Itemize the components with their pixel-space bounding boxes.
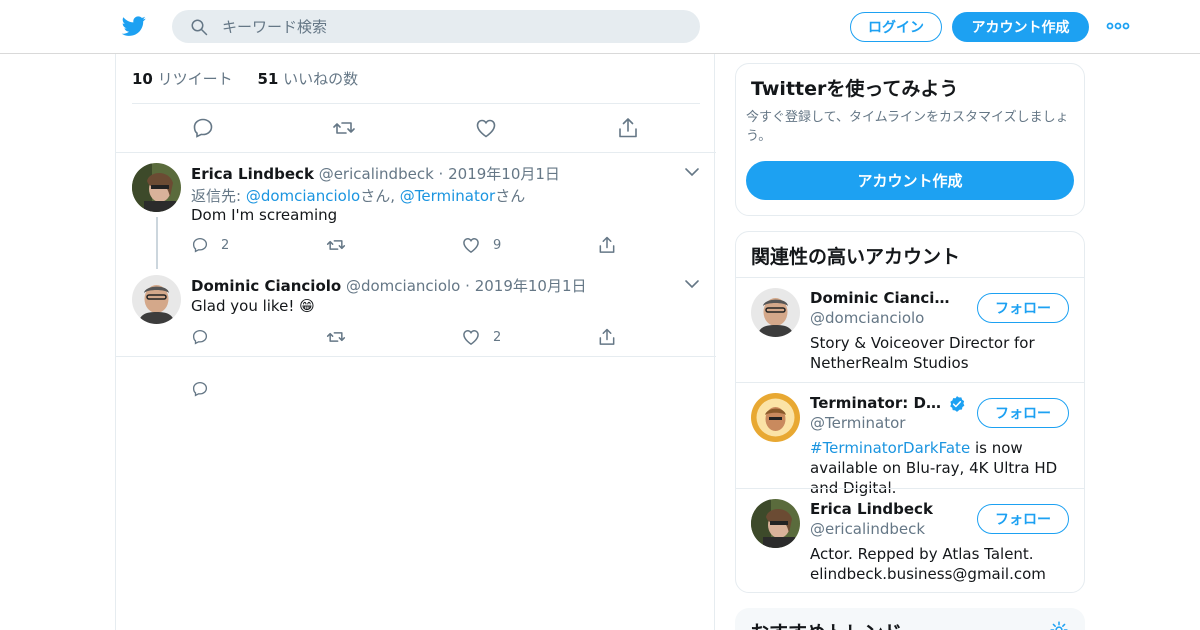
author-name[interactable]: Erica Lindbeck [191, 165, 314, 183]
dominic-avatar-image [751, 288, 800, 337]
reply-suffix: さん [495, 187, 526, 205]
follow-button[interactable]: フォロー [977, 293, 1069, 323]
share-icon[interactable] [597, 235, 617, 255]
reply-prefix: 返信先: [191, 187, 246, 205]
likes-count: 51 [257, 70, 279, 88]
reply-action[interactable] [191, 327, 209, 347]
follow-button[interactable]: フォロー [977, 398, 1069, 428]
like-heart-icon[interactable] [474, 116, 498, 140]
reply-icon[interactable] [191, 236, 209, 254]
signup-card-description: 今すぐ登録して、タイムラインをカスタマイズしましょう。 [746, 110, 1069, 144]
share-icon[interactable] [597, 327, 617, 347]
author-handle[interactable]: @domcianciolo [346, 277, 460, 295]
trends-card: おすすめトレンド [735, 608, 1085, 630]
avatar[interactable] [132, 163, 181, 212]
verified-badge-icon [950, 396, 965, 412]
tweet-header: Dominic Cianciolo @domcianciolo · 2019年1… [191, 275, 587, 296]
like-heart-icon[interactable] [461, 235, 481, 255]
reply-suffix: さん, [360, 187, 400, 205]
avatar[interactable] [751, 499, 800, 548]
avatar[interactable] [751, 288, 800, 337]
signup-card: Twitterを使ってみよう 今すぐ登録して、タイムラインをカスタマイズしましょ… [735, 63, 1085, 216]
signup-card-button[interactable]: アカウント作成 [746, 161, 1074, 200]
author-name[interactable]: Dominic Cianciolo [191, 277, 341, 295]
tweet-stats: 10 リツイート 51 いいねの数 [132, 68, 358, 89]
retweet-icon[interactable] [332, 116, 356, 140]
trends-title: おすすめトレンド [750, 618, 902, 630]
reply-action[interactable] [191, 379, 209, 399]
replying-to: 返信先: @domciancioloさん, @Terminatorさん [191, 185, 525, 206]
reply-icon[interactable] [191, 380, 209, 398]
like-action[interactable]: 9 [461, 235, 501, 255]
retweet-icon[interactable] [326, 327, 346, 347]
thread-connector-line [156, 217, 158, 269]
account-handle[interactable]: @Terminator [810, 414, 905, 432]
share-icon[interactable] [616, 116, 640, 140]
account-name[interactable]: Terminator: Dark… [810, 394, 950, 412]
twitter-bird-logo-icon[interactable] [121, 14, 147, 38]
chevron-down-icon[interactable] [684, 167, 700, 177]
reply-mention-terminator[interactable]: @Terminator [400, 187, 495, 205]
gear-icon[interactable] [1049, 620, 1069, 630]
account-bio: Actor. Repped by Atlas Talent. elindbeck… [810, 545, 1046, 583]
author-handle[interactable]: @ericalindbeck [319, 165, 434, 183]
like-count: 9 [493, 237, 502, 253]
tweet-date[interactable]: 2019年10月1日 [448, 165, 560, 183]
dominic-avatar-image [132, 275, 181, 324]
signup-button[interactable]: アカウント作成 [952, 12, 1089, 42]
reply-icon[interactable] [191, 328, 209, 346]
retweet-action[interactable] [326, 235, 346, 255]
share-action[interactable] [597, 327, 617, 347]
related-account-item[interactable]: Erica Lindbeck @ericalindbeck Actor. Rep… [736, 488, 1084, 592]
related-account-item[interactable]: Terminator: Dark… @Terminator #Terminato… [736, 382, 1084, 497]
reply-icon[interactable] [191, 116, 215, 140]
chevron-down-icon[interactable] [684, 279, 700, 289]
account-bio: Story & Voiceover Director for NetherRea… [810, 334, 1035, 372]
follow-button[interactable]: フォロー [977, 504, 1069, 534]
like-heart-icon[interactable] [461, 327, 481, 347]
erica-avatar-image [751, 499, 800, 548]
search-icon [191, 19, 208, 36]
divider [116, 356, 716, 357]
retweet-icon[interactable] [326, 235, 346, 255]
tweet-header: Erica Lindbeck @ericalindbeck · 2019年10月… [191, 163, 560, 184]
account-handle[interactable]: @ericalindbeck [810, 520, 925, 538]
reply-count: 2 [221, 237, 230, 253]
related-accounts-card: 関連性の高いアカウント Dominic Cianciolo @domcianci… [735, 231, 1085, 593]
tweet-text: Dom I'm screaming [191, 206, 338, 224]
login-button[interactable]: ログイン [850, 12, 942, 42]
reply-action[interactable]: 2 [191, 235, 229, 255]
avatar[interactable] [132, 275, 181, 324]
likes-label[interactable]: いいねの数 [283, 70, 358, 88]
related-accounts-title: 関連性の高いアカウント [751, 246, 961, 268]
terminator-avatar-image [751, 393, 800, 442]
account-handle[interactable]: @domcianciolo [810, 309, 924, 327]
like-action[interactable]: 2 [461, 327, 501, 347]
tweet-text: Glad you like! 😁 [191, 297, 315, 315]
separator-dot: · [465, 277, 470, 295]
search-box [172, 10, 700, 43]
reply-tweet-erica[interactable]: Erica Lindbeck @ericalindbeck · 2019年10月… [116, 153, 716, 269]
like-count: 2 [493, 329, 502, 345]
main-tweet-column: 10 リツイート 51 いいねの数 Erica Lindbeck @erical… [115, 54, 716, 630]
top-navigation-bar: ログイン アカウント作成 [0, 0, 1200, 54]
separator-dot: · [438, 165, 444, 183]
account-name[interactable]: Erica Lindbeck [810, 500, 933, 518]
tweet-action-bar [116, 114, 716, 154]
signup-card-title: Twitterを使ってみよう [751, 78, 959, 100]
divider [132, 103, 700, 104]
erica-avatar-image [132, 163, 181, 212]
retweets-label[interactable]: リツイート [158, 70, 233, 88]
search-input[interactable] [222, 10, 682, 43]
account-name[interactable]: Dominic Cianciolo [810, 289, 950, 307]
reply-mention-domcianciolo[interactable]: @domcianciolo [246, 187, 360, 205]
share-action[interactable] [597, 235, 617, 255]
hashtag-link[interactable]: #TerminatorDarkFate [810, 439, 970, 457]
retweets-count: 10 [132, 70, 153, 88]
more-options-icon[interactable] [1106, 20, 1130, 32]
avatar[interactable] [751, 393, 800, 442]
retweet-action[interactable] [326, 327, 346, 347]
related-account-item[interactable]: Dominic Cianciolo @domcianciolo Story & … [736, 277, 1084, 383]
tweet-date[interactable]: 2019年10月1日 [475, 277, 587, 295]
